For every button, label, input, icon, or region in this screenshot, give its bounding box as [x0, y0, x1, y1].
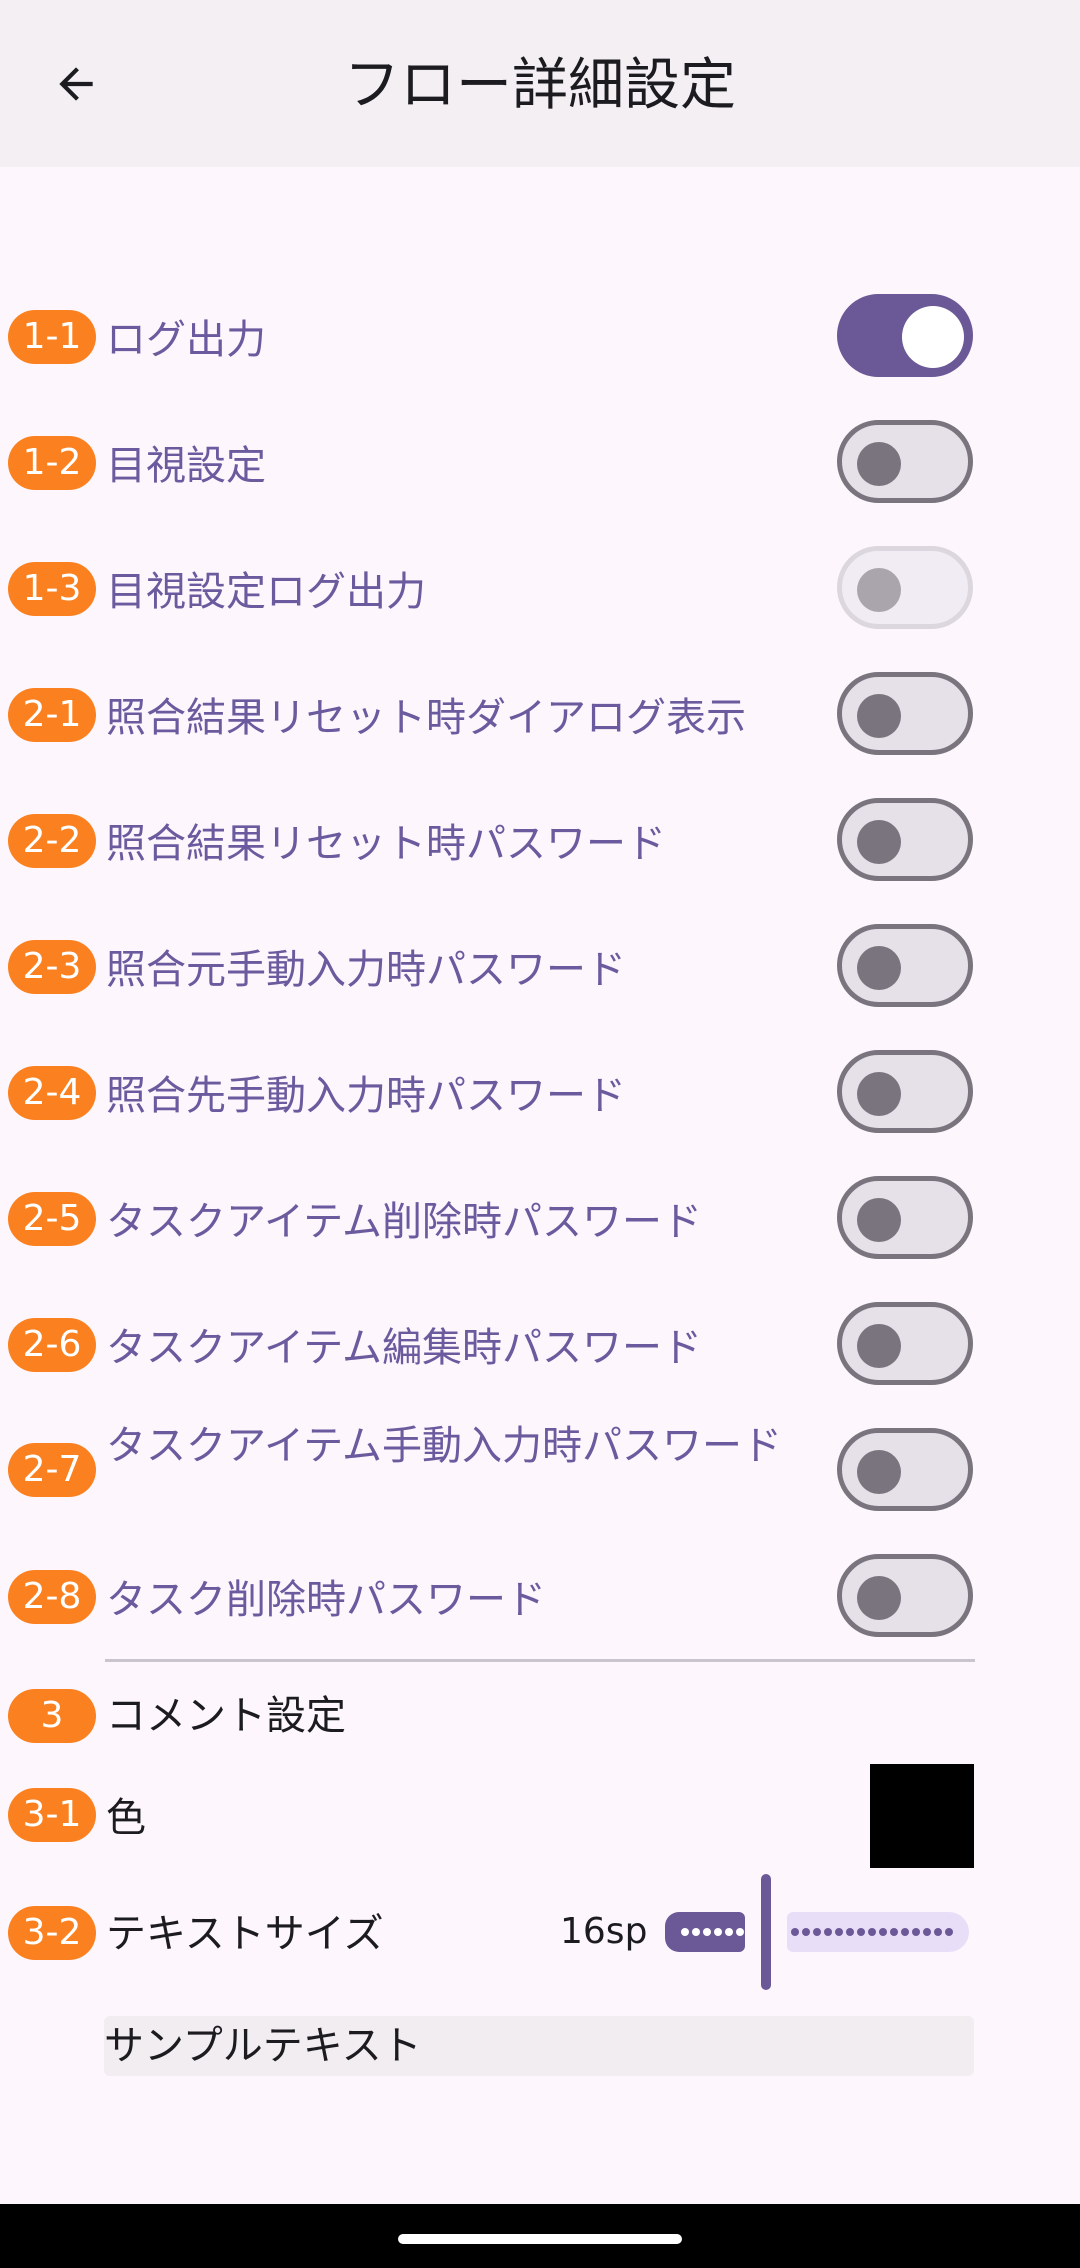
task-delete-password-switch[interactable] — [837, 1554, 973, 1637]
setting-badge: 2-3 — [8, 940, 96, 994]
item-delete-password-switch[interactable] — [837, 1176, 973, 1259]
slider-inactive-track[interactable] — [787, 1912, 969, 1952]
setting-row-source-manual-password: 2-3 照合元手動入力時パスワード — [0, 924, 1080, 1010]
switch-thumb — [857, 1072, 901, 1116]
visual-check-log-switch[interactable] — [837, 546, 973, 629]
slider-active-track[interactable] — [665, 1912, 745, 1952]
app-bar: フロー詳細設定 — [0, 0, 1080, 167]
setting-label: 照合先手動入力時パスワード — [106, 1073, 626, 1119]
source-manual-password-switch[interactable] — [837, 924, 973, 1007]
setting-badge: 2-6 — [8, 1318, 96, 1372]
switch-thumb — [857, 820, 901, 864]
sample-text-preview: サンプルテキスト — [104, 2016, 974, 2076]
setting-label: タスクアイテム削除時パスワード — [106, 1199, 702, 1245]
switch-thumb — [857, 1324, 901, 1368]
setting-badge: 2-8 — [8, 1570, 96, 1624]
target-manual-password-switch[interactable] — [837, 1050, 973, 1133]
slider-tick-marks — [791, 1928, 953, 1936]
setting-row-item-edit-password: 2-6 タスクアイテム編集時パスワード — [0, 1302, 1080, 1388]
setting-label: タスクアイテム手動入力時パスワード — [106, 1423, 782, 1469]
setting-row-visual-check-log: 1-3 目視設定ログ出力 — [0, 546, 1080, 632]
reset-password-switch[interactable] — [837, 798, 973, 881]
setting-label: 色 — [106, 1795, 146, 1841]
setting-label: 照合結果リセット時パスワード — [106, 821, 666, 867]
system-nav-bar — [0, 2204, 1080, 2268]
setting-label: テキストサイズ — [106, 1911, 384, 1957]
setting-row-visual-check: 1-2 目視設定 — [0, 420, 1080, 506]
item-manual-input-password-switch[interactable] — [837, 1428, 973, 1511]
switch-thumb — [857, 1450, 901, 1494]
setting-badge: 2-5 — [8, 1192, 96, 1246]
setting-label: 照合結果リセット時ダイアログ表示 — [106, 695, 746, 741]
color-swatch[interactable] — [870, 1764, 974, 1868]
comment-settings-header: 3 コメント設定 — [0, 1686, 1080, 1746]
setting-badge: 3-1 — [8, 1788, 96, 1842]
setting-badge: 1-3 — [8, 562, 96, 616]
visual-check-switch[interactable] — [837, 420, 973, 503]
setting-badge: 2-2 — [8, 814, 96, 868]
setting-badge: 3-2 — [8, 1906, 96, 1960]
section-divider — [105, 1659, 975, 1662]
slider-handle[interactable] — [761, 1874, 771, 1990]
setting-badge: 2-4 — [8, 1066, 96, 1120]
text-size-value: 16sp — [560, 1911, 648, 1952]
setting-row-target-manual-password: 2-4 照合先手動入力時パスワード — [0, 1050, 1080, 1136]
reset-dialog-switch[interactable] — [837, 672, 973, 755]
slider-tick-marks — [681, 1928, 744, 1936]
setting-label: ログ出力 — [106, 317, 266, 363]
switch-thumb — [857, 568, 901, 612]
setting-row-item-manual-input-password: 2-7 タスクアイテム手動入力時パスワード — [0, 1412, 1080, 1532]
section-title: コメント設定 — [106, 1693, 346, 1739]
setting-badge: 1-2 — [8, 436, 96, 490]
setting-row-log-output: 1-1 ログ出力 — [0, 294, 1080, 380]
setting-badge: 2-7 — [8, 1443, 96, 1497]
setting-label: 照合元手動入力時パスワード — [106, 947, 626, 993]
setting-row-reset-password: 2-2 照合結果リセット時パスワード — [0, 798, 1080, 884]
switch-thumb — [857, 1198, 901, 1242]
setting-label: 目視設定ログ出力 — [106, 569, 426, 615]
setting-badge: 1-1 — [8, 310, 96, 364]
switch-thumb — [857, 1576, 901, 1620]
setting-row-item-delete-password: 2-5 タスクアイテム削除時パスワード — [0, 1176, 1080, 1262]
item-edit-password-switch[interactable] — [837, 1302, 973, 1385]
switch-thumb — [857, 442, 901, 486]
home-indicator[interactable] — [398, 2234, 682, 2244]
switch-thumb — [902, 306, 964, 368]
setting-label: タスクアイテム編集時パスワード — [106, 1325, 702, 1371]
setting-row-task-delete-password: 2-8 タスク削除時パスワード — [0, 1554, 1080, 1640]
setting-label: タスク削除時パスワード — [106, 1577, 546, 1623]
switch-thumb — [857, 694, 901, 738]
log-output-switch[interactable] — [837, 294, 973, 377]
section-badge: 3 — [8, 1689, 96, 1743]
switch-thumb — [857, 946, 901, 990]
page-title: フロー詳細設定 — [344, 53, 736, 118]
setting-row-reset-dialog: 2-1 照合結果リセット時ダイアログ表示 — [0, 672, 1080, 758]
setting-badge: 2-1 — [8, 688, 96, 742]
setting-label: 目視設定 — [106, 443, 266, 489]
